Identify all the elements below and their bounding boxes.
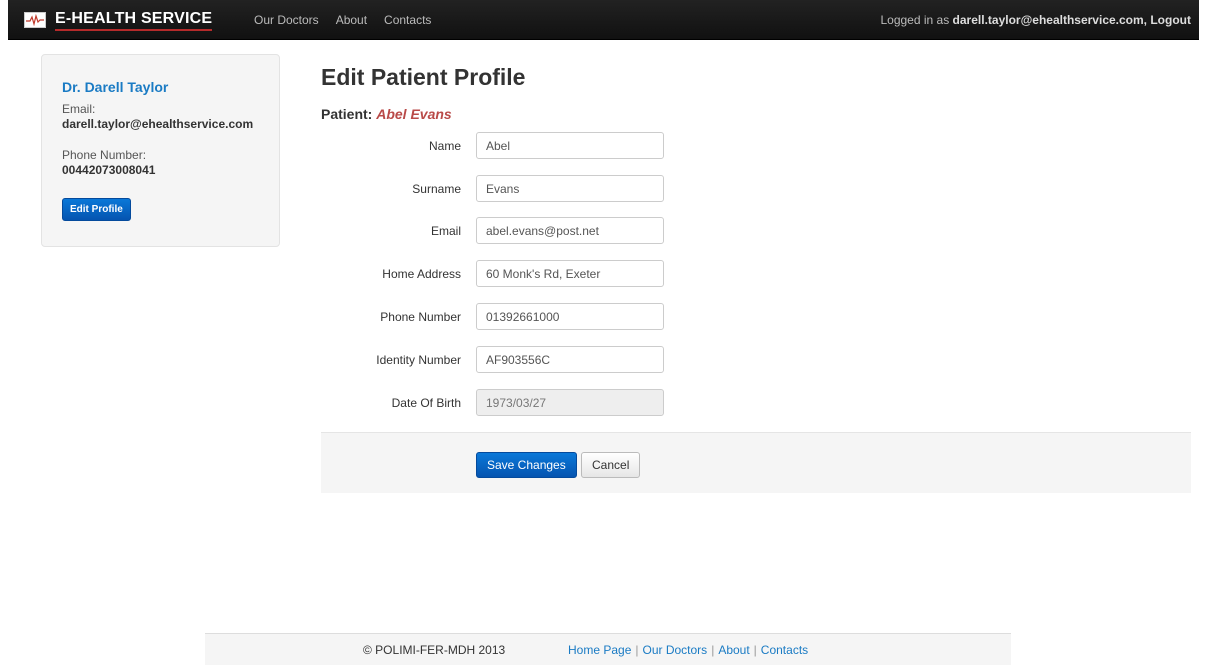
- doctor-email-value: darell.taylor@ehealthservice.com: [62, 117, 254, 131]
- phone-number-label: Phone Number: [380, 310, 461, 324]
- logged-in-prefix: Logged in as: [880, 13, 953, 27]
- patient-heading: Patient: Abel Evans: [321, 106, 452, 122]
- form-row-surname: Surname: [321, 175, 921, 203]
- brand-title: E-HEALTH SERVICE: [55, 10, 213, 31]
- home-address-input[interactable]: [476, 260, 664, 287]
- footer-link-our-doctors[interactable]: Our Doctors: [643, 643, 708, 657]
- save-changes-button[interactable]: Save Changes: [476, 452, 577, 478]
- form-row-home-address: Home Address: [321, 260, 921, 288]
- home-address-label: Home Address: [382, 267, 461, 281]
- doctor-phone-label: Phone Number:: [62, 148, 147, 162]
- form-row-phone-number: Phone Number: [321, 303, 921, 331]
- edit-profile-button[interactable]: Edit Profile: [62, 198, 131, 221]
- form-row-date-of-birth: Date Of Birth: [321, 389, 921, 417]
- footer-link-home-page[interactable]: Home Page: [568, 643, 631, 657]
- nav-links: Our Doctors About Contacts: [254, 0, 448, 40]
- surname-label: Surname: [412, 182, 461, 196]
- doctor-phone-value: 00442073008041: [62, 163, 156, 177]
- date-of-birth-label: Date Of Birth: [391, 396, 461, 410]
- name-label: Name: [428, 139, 461, 153]
- footer-separator: |: [711, 643, 715, 657]
- footer-separator: |: [635, 643, 639, 657]
- logged-in-status: Logged in as darell.taylor@ehealthservic…: [880, 13, 1191, 27]
- doctor-name: Dr. Darell Taylor: [62, 79, 169, 95]
- identity-number-label: Identity Number: [376, 353, 461, 367]
- page-title: Edit Patient Profile: [321, 64, 526, 90]
- footer-separator: |: [753, 643, 757, 657]
- footer-link-about[interactable]: About: [718, 643, 749, 657]
- footer-link-contacts[interactable]: Contacts: [761, 643, 808, 657]
- form-row-identity-number: Identity Number: [321, 346, 921, 374]
- nav-link-about[interactable]: About: [336, 13, 367, 27]
- phone-number-input[interactable]: [476, 303, 664, 330]
- form-actions: Save Changes Cancel: [321, 432, 1191, 493]
- nav-link-contacts[interactable]: Contacts: [384, 13, 431, 27]
- patient-label: Patient:: [321, 106, 377, 122]
- identity-number-input[interactable]: [476, 346, 664, 373]
- email-label: Email: [430, 224, 461, 238]
- email-input[interactable]: [476, 217, 664, 244]
- form-row-name: Name: [321, 132, 921, 160]
- footer-links: Home Page | Our Doctors | About | Contacts: [568, 643, 808, 657]
- cancel-button[interactable]: Cancel: [581, 452, 641, 478]
- patient-name: Abel Evans: [376, 106, 452, 122]
- top-navbar: E-HEALTH SERVICE Our Doctors About Conta…: [8, 0, 1199, 40]
- doctor-profile-card: Dr. Darell Taylor Email: darell.taylor@e…: [41, 54, 280, 247]
- logout-link[interactable]: , Logout: [1144, 13, 1191, 27]
- footer: © POLIMI-FER-MDH 2013 Home Page | Our Doct…: [205, 633, 1011, 665]
- doctor-email-label: Email:: [62, 102, 96, 116]
- nav-link-our-doctors[interactable]: Our Doctors: [254, 13, 319, 27]
- date-of-birth-input: [476, 389, 664, 416]
- name-input[interactable]: [476, 132, 664, 159]
- form-row-email: Email: [321, 217, 921, 245]
- footer-copyright: © POLIMI-FER-MDH 2013: [363, 643, 506, 657]
- surname-input[interactable]: [476, 175, 664, 202]
- heartbeat-monitor-icon: [24, 12, 46, 28]
- brand[interactable]: E-HEALTH SERVICE: [24, 8, 213, 32]
- logged-in-user-email: darell.taylor@ehealthservice.com: [952, 13, 1144, 27]
